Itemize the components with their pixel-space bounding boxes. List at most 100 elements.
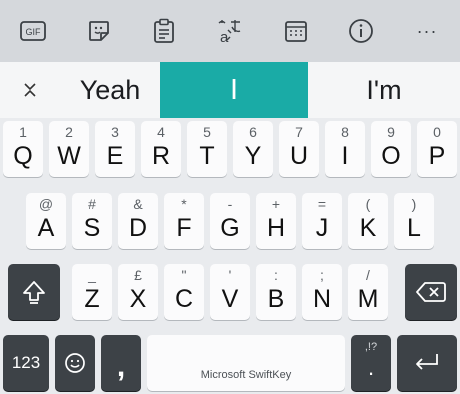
info-icon[interactable] (344, 14, 378, 48)
punctuation-secondary: ,!? (364, 341, 378, 353)
key-row-1: 1Q 2W 3E 4R 5T 6Y 7U 8I 9O 0P (0, 121, 460, 181)
key-l[interactable]: ) L (394, 193, 434, 249)
key-primary: F (176, 214, 192, 242)
key-primary: J (315, 214, 329, 242)
key-primary: E (106, 142, 124, 170)
key-o[interactable]: 9O (371, 121, 411, 177)
key-secondary: # (88, 196, 96, 212)
enter-icon (397, 335, 457, 391)
key-y[interactable]: 6Y (233, 121, 273, 177)
gif-icon[interactable]: GIF (16, 14, 50, 48)
svg-text:a: a (220, 29, 229, 44)
key-w[interactable]: 2W (49, 121, 89, 177)
key-secondary: 4 (157, 124, 165, 140)
suggestion-1[interactable]: Yeah (60, 62, 160, 118)
key-b[interactable]: :B (256, 264, 296, 320)
key-primary: I (341, 142, 349, 170)
key-secondary: 2 (65, 124, 73, 140)
shift-key[interactable] (8, 264, 60, 320)
space-key[interactable]: Microsoft SwiftKey (147, 335, 345, 391)
clipboard-icon[interactable] (147, 14, 181, 48)
keyboard-toolbar: GIF a ··· (0, 0, 460, 62)
key-primary: S (83, 214, 101, 242)
key-h[interactable]: + H (256, 193, 296, 249)
emoji-icon (55, 335, 95, 391)
key-secondary: " (181, 267, 187, 283)
key-secondary: ( (365, 196, 371, 212)
key-i[interactable]: 8I (325, 121, 365, 177)
key-j[interactable]: = J (302, 193, 342, 249)
key-u[interactable]: 7U (279, 121, 319, 177)
key-r[interactable]: 4R (141, 121, 181, 177)
key-e[interactable]: 3E (95, 121, 135, 177)
key-primary: L (407, 214, 421, 242)
collapse-icon[interactable] (0, 62, 60, 118)
key-secondary: - (227, 196, 233, 212)
key-secondary: 9 (387, 124, 395, 140)
key-secondary: ; (320, 267, 324, 283)
key-primary: Z (84, 285, 100, 313)
key-p[interactable]: 0P (417, 121, 457, 177)
key-primary: U (289, 142, 309, 170)
key-secondary: £ (134, 267, 142, 283)
key-d[interactable]: & D (118, 193, 158, 249)
key-secondary: 1 (19, 124, 27, 140)
sticker-icon[interactable] (82, 14, 116, 48)
key-primary: N (312, 285, 332, 313)
backspace-icon (405, 264, 457, 320)
key-primary: H (266, 214, 286, 242)
key-z[interactable]: _ Z (72, 264, 112, 320)
key-secondary: : (274, 267, 278, 283)
key-secondary: = (317, 196, 327, 212)
key-secondary: 5 (203, 124, 211, 140)
key-secondary: 0 (433, 124, 441, 140)
more-icon[interactable]: ··· (410, 14, 444, 48)
numbers-key[interactable]: 123 (3, 335, 49, 391)
backspace-key[interactable] (405, 264, 457, 320)
key-secondary: 7 (295, 124, 303, 140)
key-secondary: ' (228, 267, 232, 283)
punctuation-primary: . (367, 355, 375, 380)
key-secondary: * (181, 196, 187, 212)
suggestion-3[interactable]: I'm (308, 62, 460, 118)
key-primary: V (221, 285, 239, 313)
key-t[interactable]: 5T (187, 121, 227, 177)
key-primary: G (220, 214, 240, 242)
calendar-icon[interactable] (279, 14, 313, 48)
key-row-bottom: 123 , Microsoft SwiftKey ,!? . (0, 335, 460, 393)
key-primary: K (359, 214, 377, 242)
key-secondary: 6 (249, 124, 257, 140)
key-secondary: + (271, 196, 281, 212)
key-m[interactable]: / M (348, 264, 388, 320)
enter-key[interactable] (397, 335, 457, 391)
punctuation-key[interactable]: ,!? . (351, 335, 391, 391)
key-v[interactable]: ' V (210, 264, 250, 320)
more-label: ··· (416, 20, 438, 41)
key-x[interactable]: £ X (118, 264, 158, 320)
key-primary: Q (13, 142, 33, 170)
key-a[interactable]: @ A (26, 193, 66, 249)
shift-icon (8, 264, 60, 320)
key-primary: X (129, 285, 147, 313)
key-f[interactable]: * F (164, 193, 204, 249)
key-primary: M (357, 285, 379, 313)
key-row-3: _ Z £ X " C ' V :B ; N / M (0, 264, 460, 324)
key-primary: C (174, 285, 194, 313)
comma-key[interactable]: , (101, 335, 141, 391)
key-primary: Y (244, 142, 262, 170)
key-primary: B (267, 285, 285, 313)
key-q[interactable]: 1Q (3, 121, 43, 177)
key-k[interactable]: (K (348, 193, 388, 249)
emoji-key[interactable] (55, 335, 95, 391)
suggestion-2-selected[interactable]: I (160, 62, 308, 118)
key-primary: R (151, 142, 171, 170)
key-c[interactable]: " C (164, 264, 204, 320)
key-s[interactable]: # S (72, 193, 112, 249)
key-secondary: ) (411, 196, 417, 212)
numbers-label: 123 (11, 353, 41, 372)
translate-icon[interactable]: a (213, 14, 247, 48)
key-g[interactable]: -G (210, 193, 250, 249)
key-secondary: _ (88, 267, 96, 283)
key-n[interactable]: ; N (302, 264, 342, 320)
key-secondary: @ (38, 196, 54, 212)
